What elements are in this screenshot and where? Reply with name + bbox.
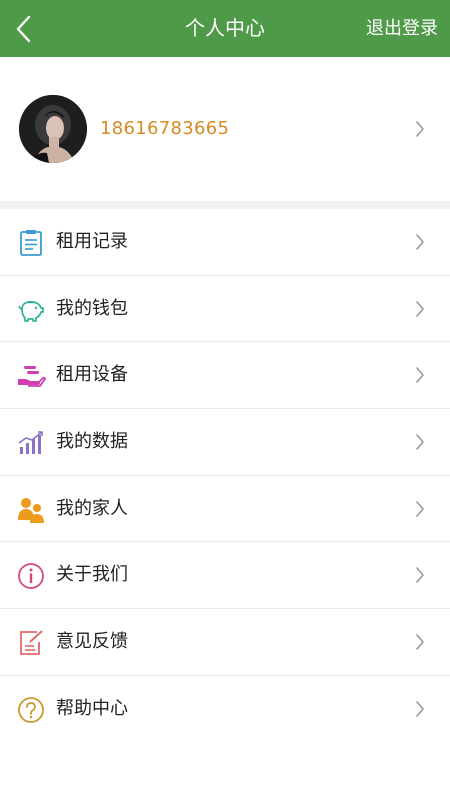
menu-item-help-center[interactable]: 帮助中心 <box>0 676 450 743</box>
menu-item-rental-records[interactable]: 租用记录 <box>0 209 450 276</box>
menu-item-label: 帮助中心 <box>56 697 128 719</box>
piggy-bank-icon <box>16 295 46 325</box>
chevron-right-icon <box>414 565 426 585</box>
back-button[interactable] <box>6 9 40 49</box>
section-divider <box>0 201 450 209</box>
menu-item-feedback[interactable]: 意见反馈 <box>0 609 450 676</box>
logout-button[interactable]: 退出登录 <box>366 0 438 57</box>
avatar <box>19 95 87 163</box>
chevron-right-icon <box>414 432 426 452</box>
chevron-right-icon <box>414 699 426 719</box>
family-icon <box>16 495 46 525</box>
menu-item-rental-device[interactable]: 租用设备 <box>0 342 450 410</box>
chevron-right-icon <box>414 365 426 385</box>
menu-item-family[interactable]: 我的家人 <box>0 476 450 543</box>
chevron-right-icon <box>414 632 426 652</box>
chevron-right-icon <box>414 119 426 139</box>
menu-item-label: 意见反馈 <box>56 631 128 653</box>
clipboard-icon <box>16 228 46 258</box>
menu-list: 租用记录 我的钱包 租用设备 我的数据 我的家人 关于我们 意见反馈 帮助中心 <box>0 209 450 743</box>
help-icon <box>16 695 46 725</box>
menu-item-wallet[interactable]: 我的钱包 <box>0 276 450 343</box>
hand-device-icon <box>16 361 46 391</box>
menu-item-my-data[interactable]: 我的数据 <box>0 409 450 476</box>
bar-chart-icon <box>16 428 46 458</box>
top-bar: 个人中心 退出登录 <box>0 0 450 57</box>
menu-item-label: 租用记录 <box>56 231 128 252</box>
back-arrow-icon <box>16 15 31 43</box>
menu-item-label: 关于我们 <box>56 564 128 586</box>
profile-row[interactable]: 18616783665 <box>0 57 450 201</box>
menu-item-label: 我的家人 <box>56 497 128 519</box>
menu-item-label: 我的数据 <box>56 431 128 453</box>
menu-item-label: 我的钱包 <box>56 297 128 319</box>
info-icon <box>16 561 46 591</box>
chevron-right-icon <box>414 499 426 519</box>
phone-number: 18616783665 <box>100 118 230 139</box>
menu-item-about-us[interactable]: 关于我们 <box>0 542 450 610</box>
chevron-right-icon <box>414 232 426 252</box>
feedback-icon <box>16 628 46 658</box>
chevron-right-icon <box>414 299 426 319</box>
menu-item-label: 租用设备 <box>56 364 128 386</box>
